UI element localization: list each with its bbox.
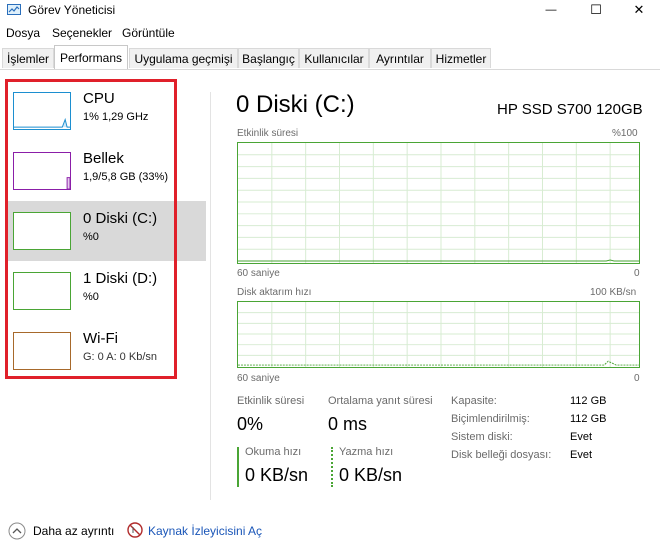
resource-monitor-icon: [127, 522, 143, 538]
chart-activity-max-label: %100: [612, 128, 638, 139]
transfer-rate-chart: [237, 301, 640, 368]
minimize-icon: —: [545, 4, 557, 16]
write-rate-line: [238, 360, 639, 366]
maximize-button[interactable]: ☐: [573, 0, 619, 20]
page-file-value: Evet: [570, 449, 593, 461]
chart-activity-label: Etkinlik süresi: [237, 128, 299, 139]
fewer-details-link[interactable]: Daha az ayrıntı: [33, 524, 114, 538]
tab-ayrintilar[interactable]: Ayrıntılar: [369, 48, 431, 68]
active-time-label: Etkinlik süresi: [237, 395, 305, 407]
minimize-button[interactable]: —: [528, 0, 574, 20]
tab-uygulama-gecmisi[interactable]: Uygulama geçmişi: [129, 48, 238, 68]
write-rate-legend-bar: [331, 447, 333, 487]
tab-islemler[interactable]: İşlemler: [2, 48, 54, 68]
tab-performans[interactable]: Performans: [54, 45, 128, 69]
response-time-value: 0 ms: [328, 414, 368, 434]
active-time-value: 0%: [237, 414, 264, 434]
window-title: Görev Yöneticisi: [28, 3, 116, 17]
read-rate-legend-bar: [237, 447, 239, 487]
close-button[interactable]: ✕: [618, 0, 660, 20]
tab-baslangic[interactable]: Başlangıç: [238, 48, 299, 68]
response-time-label: Ortalama yanıt süresi: [328, 395, 433, 407]
chart-activity-x-left: 60 saniye: [237, 268, 280, 279]
close-icon: ✕: [633, 2, 645, 17]
activity-line: [238, 259, 639, 262]
tab-kullanicilar[interactable]: Kullanıcılar: [299, 48, 369, 68]
chart-transfer-max-label: 100 KB/sn: [590, 287, 637, 298]
page-file-label: Disk belleği dosyası:: [451, 449, 552, 461]
write-rate-value: 0 KB/sn: [339, 465, 403, 485]
capacity-label: Kapasite:: [451, 395, 497, 407]
system-disk-value: Evet: [570, 431, 593, 443]
menu-dosya[interactable]: Dosya: [6, 26, 40, 40]
write-rate-label: Yazma hızı: [339, 446, 394, 458]
chevron-up-icon[interactable]: [8, 522, 26, 540]
read-rate-value: 0 KB/sn: [245, 465, 309, 485]
task-manager-icon: [7, 4, 21, 15]
chart-activity-x-right: 0: [634, 268, 640, 279]
activity-time-chart: [237, 142, 640, 264]
tab-hizmetler[interactable]: Hizmetler: [431, 48, 491, 68]
system-disk-label: Sistem diski:: [451, 431, 513, 443]
menu-goruntule[interactable]: Görüntüle: [122, 26, 175, 40]
menu-secenekler[interactable]: Seçenekler: [52, 26, 112, 40]
chart-transfer-label: Disk aktarım hızı: [237, 287, 312, 298]
disk-model: HP SSD S700 120GB: [497, 101, 643, 118]
open-resource-monitor-link[interactable]: Kaynak İzleyicisini Aç: [148, 524, 262, 538]
formatted-value: 112 GB: [570, 413, 607, 425]
read-rate-label: Okuma hızı: [245, 446, 302, 458]
red-highlight-outline: [5, 79, 177, 379]
panel-divider: [210, 92, 211, 500]
formatted-label: Biçimlendirilmiş:: [451, 413, 530, 425]
chart-transfer-x-left: 60 saniye: [237, 373, 280, 384]
maximize-icon: ☐: [590, 2, 602, 17]
capacity-value: 112 GB: [570, 395, 607, 407]
chart-transfer-x-right: 0: [634, 373, 640, 384]
page-title: 0 Diski (C:): [236, 91, 355, 118]
